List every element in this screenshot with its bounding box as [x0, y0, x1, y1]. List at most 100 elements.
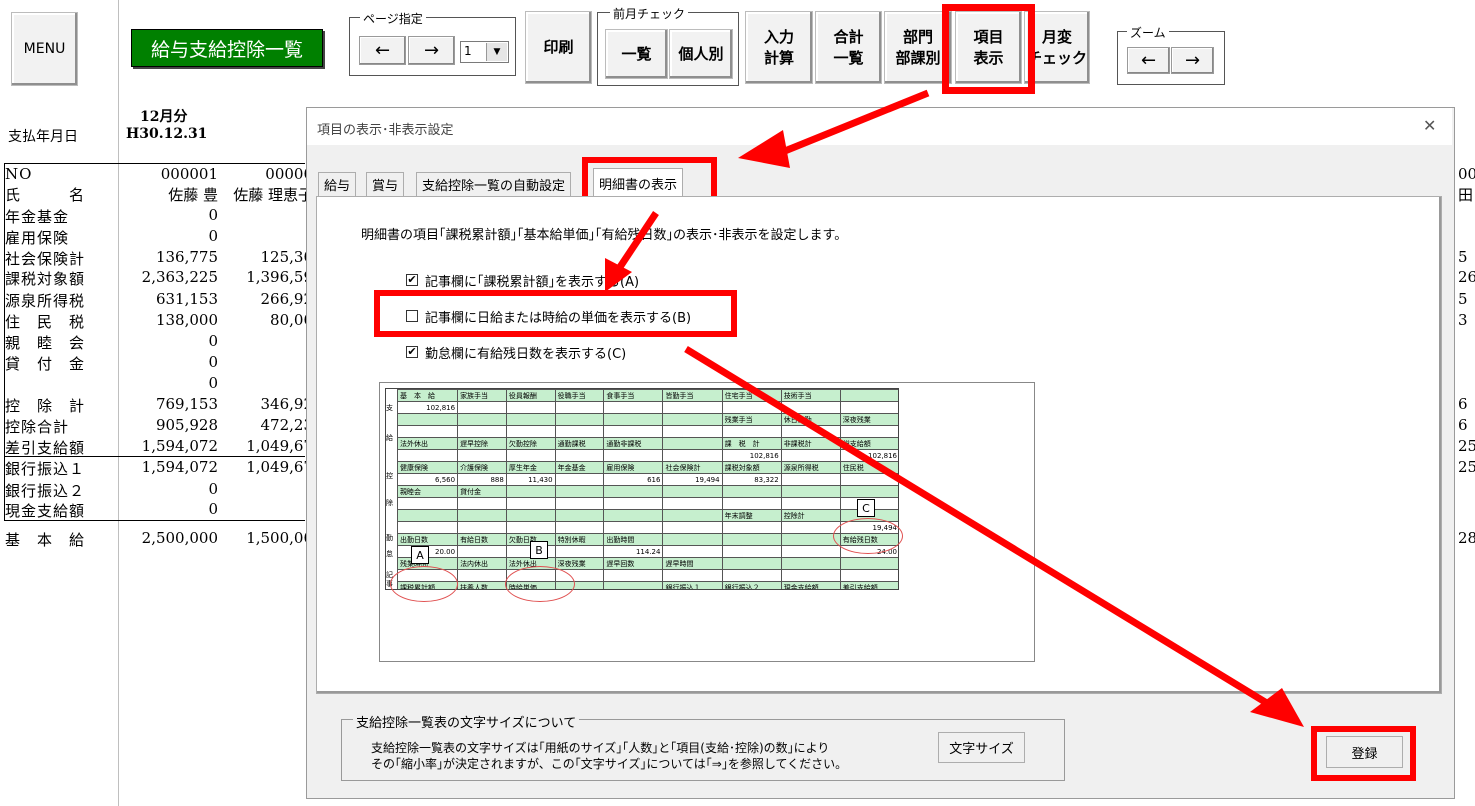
payslip-row: 20.00 114.24 24.00: [396, 545, 898, 558]
payslip-cell: 食事手当: [603, 389, 664, 402]
row-label: 現金支給額: [5, 502, 86, 520]
payslip-row: [396, 569, 898, 582]
payslip-cell: 役員報酬: [505, 389, 556, 402]
page-group-label: ページ指定: [360, 10, 426, 27]
payslip-cell: 課 税 計: [721, 437, 782, 450]
next-page-button[interactable]: →: [408, 36, 455, 65]
payslip-cell: [662, 521, 723, 534]
tab-auto-settings[interactable]: 支給控除一覧の自動設定: [416, 172, 572, 196]
marker-c: C: [857, 499, 875, 517]
payslip-cell: [603, 425, 664, 438]
payslip-cell: [721, 485, 782, 498]
option-a-label: 記事欄に｢課税累計額｣を表示する(A): [425, 275, 640, 290]
individual-button[interactable]: 個人別: [669, 29, 733, 79]
payslip-cell: 雇用保険: [603, 461, 664, 474]
row-value-1: 000001: [160, 165, 218, 183]
row-label: 住 民 税: [5, 313, 86, 331]
row-label: 差引支給額: [5, 439, 86, 457]
tab-salary[interactable]: 給与: [318, 172, 357, 196]
payslip-cell: 6,560: [396, 473, 459, 486]
row-value-1: 0: [208, 206, 218, 224]
payslip-cell: 欠勤控除: [505, 437, 556, 450]
payslip-side-2: 給: [386, 434, 393, 442]
payslip-cell: 888: [457, 473, 507, 486]
payslip-cell: [662, 413, 723, 426]
font-size-group-label: 支給控除一覧表の文字サイズについて: [353, 712, 580, 731]
payslip-row: 親睦会 貸付金: [396, 485, 898, 498]
payslip-cell: [780, 569, 841, 582]
payslip-row: 19,494: [396, 521, 898, 534]
payslip-cell: [839, 389, 898, 402]
row-value-1: 佐藤 豊: [168, 186, 218, 204]
payslip-cell: 616: [603, 473, 664, 486]
payslip-cell: [457, 413, 507, 426]
menu-button[interactable]: MENU: [11, 12, 78, 86]
marker-a: A: [411, 546, 429, 564]
payslip-cell: [457, 509, 507, 522]
dropdown-arrow-icon[interactable]: ▼: [486, 43, 507, 61]
payslip-cell: 役職手当: [554, 389, 605, 402]
payslip-cell: [780, 557, 841, 570]
payslip-row: 法外休出 遅早控除 欠勤控除 通勤課税 通勤非課税 課 税 計非課税計 総支給額: [396, 437, 898, 450]
payslip-side-3: 控: [386, 472, 393, 480]
payslip-row: [396, 425, 898, 438]
payslip-cell: [662, 425, 723, 438]
print-button[interactable]: 印刷: [525, 11, 592, 84]
payslip-cell: 有給日数: [457, 533, 507, 546]
payslip-cell: [839, 473, 898, 486]
payslip-cell: 遅早回数: [603, 557, 664, 570]
payslip-cell: [505, 449, 556, 462]
payslip-cell: 総支給額: [839, 437, 898, 450]
payslip-cell: 源泉所得税: [780, 461, 841, 474]
row-value-2: 80,00: [270, 311, 313, 329]
row-value-3: 6: [1458, 395, 1468, 413]
row-value-2: 472,23: [260, 416, 314, 434]
zoom-out-button[interactable]: ←: [1127, 47, 1170, 74]
prev-page-button[interactable]: ←: [359, 36, 406, 65]
payslip-cell: [839, 485, 898, 498]
row-value-2: 125,30: [260, 248, 314, 266]
payslip-cell: [505, 521, 556, 534]
payslip-cell: 技術手当: [780, 389, 841, 402]
dialog-titlebar: 項目の表示･非表示設定 ✕: [307, 108, 1452, 145]
payslip-cell: [505, 509, 556, 522]
payslip-cell: 休日出勤: [780, 413, 841, 426]
row-value-1: 0: [208, 480, 218, 498]
tab-bonus[interactable]: 賞与: [366, 172, 405, 196]
zoom-in-button[interactable]: →: [1171, 47, 1214, 74]
list-button[interactable]: 一覧: [605, 29, 668, 79]
option-a-checkbox[interactable]: ✔: [406, 274, 418, 286]
payslip-cell: 102,816: [396, 401, 459, 414]
row-value-1: 0: [208, 227, 218, 245]
dialog-title: 項目の表示･非表示設定: [317, 123, 454, 138]
option-c-checkbox[interactable]: ✔: [406, 346, 418, 358]
page-dropdown-value: 1: [464, 44, 472, 58]
payslip-cell: [662, 449, 723, 462]
row-value-2: 346,92: [260, 395, 314, 413]
payslip-cell: [554, 485, 605, 498]
total-list-button[interactable]: 合計 一覧: [815, 11, 882, 84]
payslip-cell: [603, 521, 664, 534]
close-icon[interactable]: ✕: [1423, 116, 1436, 135]
payslip-cell: 83,322: [721, 473, 782, 486]
payslip-cell: [780, 473, 841, 486]
payslip-cell: [603, 509, 664, 522]
payslip-cell: 19,494: [662, 473, 723, 486]
payslip-row: 出勤日数 有給日数 欠勤日数 特別休暇 出勤時間 有給残日数: [396, 533, 898, 546]
payslip-cell: 年金基金: [554, 461, 605, 474]
payslip-row: 年末調整 控除計: [396, 509, 898, 522]
payslip-cell: [721, 425, 782, 438]
row-value-3: 田: [1458, 186, 1474, 204]
payslip-cell: [780, 401, 841, 414]
row-value-2: 266,92: [260, 290, 314, 308]
page-dropdown[interactable]: 1 ▼: [460, 41, 509, 63]
payslip-cell: 介護保険: [457, 461, 507, 474]
input-calc-button[interactable]: 入力 計算: [745, 11, 813, 84]
payslip-cell: 遅早時間: [662, 557, 723, 570]
font-size-button[interactable]: 文字サイズ: [938, 732, 1025, 763]
payslip-cell: [396, 509, 459, 522]
payslip-cell: [457, 569, 507, 582]
row-value-1: 0: [208, 332, 218, 350]
payslip-cell: 控除計: [780, 509, 841, 522]
payslip-cell: [780, 425, 841, 438]
